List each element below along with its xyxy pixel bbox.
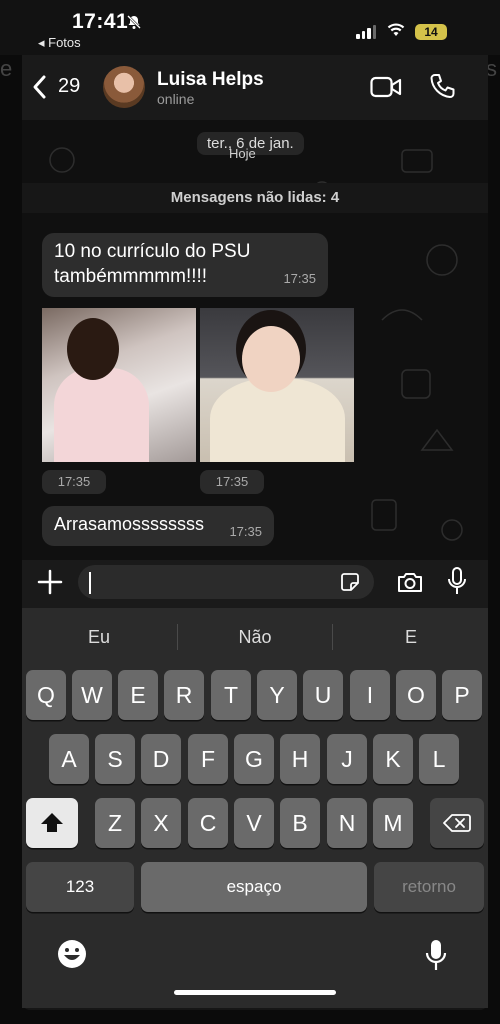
back-to-app-link[interactable]: ◂ Fotos [38, 35, 81, 51]
key-r[interactable]: R [164, 670, 204, 720]
unread-messages-banner: Mensagens não lidas: 4 [22, 183, 488, 213]
message-input[interactable] [78, 565, 374, 599]
message-time: 17:35 [229, 524, 262, 539]
return-key[interactable]: retorno [374, 862, 484, 912]
predictive-bar: Eu Não E [22, 608, 488, 664]
key-f[interactable]: F [188, 734, 228, 784]
key-d[interactable]: D [141, 734, 181, 784]
unread-count[interactable]: 29 [58, 75, 80, 98]
key-h[interactable]: H [280, 734, 320, 784]
video-thumbnail[interactable] [200, 308, 354, 462]
backspace-icon [443, 814, 471, 832]
key-z[interactable]: Z [95, 798, 135, 848]
video-thumbnail[interactable] [42, 308, 196, 462]
key-p[interactable]: P [442, 670, 482, 720]
suggestion-divider [332, 624, 333, 650]
key-u[interactable]: U [303, 670, 343, 720]
key-o[interactable]: O [396, 670, 436, 720]
numbers-key[interactable]: 123 [26, 862, 134, 912]
status-bar: 17:41 ◂ Fotos 14 [0, 0, 500, 55]
key-a[interactable]: A [49, 734, 89, 784]
status-time: 17:41 [72, 10, 129, 33]
chat-header: 29 Luisa Helps online [22, 55, 488, 120]
key-n[interactable]: N [327, 798, 367, 848]
key-y[interactable]: Y [257, 670, 297, 720]
suggestion-item[interactable]: E [336, 627, 486, 648]
battery-indicator: 14 [415, 24, 447, 40]
key-s[interactable]: S [95, 734, 135, 784]
message-time: 17:35 [200, 470, 264, 494]
microphone-icon[interactable] [447, 566, 467, 596]
message-time: 17:35 [283, 271, 316, 286]
message-bubble[interactable]: Arrasamossssssss 17:35 [42, 506, 274, 546]
key-k[interactable]: K [373, 734, 413, 784]
key-w[interactable]: W [72, 670, 112, 720]
message-list[interactable]: ter., 6 de jan. Hoje Mensagens não lidas… [22, 120, 488, 560]
space-key[interactable]: espaço [141, 862, 367, 912]
text-cursor [89, 572, 91, 594]
video-call-icon[interactable] [370, 75, 402, 99]
back-chevron-icon[interactable] [30, 73, 50, 101]
contact-avatar[interactable] [103, 66, 145, 108]
key-q[interactable]: Q [26, 670, 66, 720]
suggestion-item[interactable]: Eu [24, 627, 174, 648]
key-j[interactable]: J [327, 734, 367, 784]
message-time: 17:35 [42, 470, 106, 494]
message-text: 10 no currículo do PSU tambémmmmm!!!! [54, 241, 251, 287]
sticker-icon[interactable] [340, 572, 360, 592]
message-bubble[interactable]: 10 no currículo do PSU tambémmmmm!!!! 17… [42, 233, 328, 297]
shift-key[interactable] [26, 798, 78, 848]
background-app-edge-right: s [486, 56, 497, 81]
plus-icon[interactable] [36, 568, 64, 596]
message-composer [22, 560, 488, 608]
dictation-microphone-icon[interactable] [424, 938, 448, 972]
keyboard: Eu Não E Q W E R T Y U I O P A S D F G H… [22, 608, 488, 1008]
message-text: Arrasamossssssss [54, 514, 205, 534]
today-label: Hoje [229, 146, 256, 161]
home-indicator[interactable] [174, 990, 336, 995]
key-b[interactable]: B [280, 798, 320, 848]
contact-status: online [157, 91, 195, 107]
delete-key[interactable] [430, 798, 484, 848]
key-e[interactable]: E [118, 670, 158, 720]
key-m[interactable]: M [373, 798, 413, 848]
camera-icon[interactable] [396, 570, 424, 594]
thumbnail-figure-head [242, 326, 300, 392]
key-v[interactable]: V [234, 798, 274, 848]
thumbnail-figure [54, 368, 149, 462]
contact-name[interactable]: Luisa Helps [157, 69, 264, 91]
key-l[interactable]: L [419, 734, 459, 784]
signal-icon [356, 25, 376, 39]
wifi-icon [387, 23, 405, 36]
suggestion-item[interactable]: Não [180, 627, 330, 648]
key-c[interactable]: C [188, 798, 228, 848]
emoji-icon[interactable] [56, 938, 88, 970]
key-i[interactable]: I [350, 670, 390, 720]
key-g[interactable]: G [234, 734, 274, 784]
background-app-edge: e [0, 56, 13, 81]
thumbnail-figure-head [67, 318, 119, 380]
key-t[interactable]: T [211, 670, 251, 720]
silent-bell-icon [127, 15, 141, 29]
phone-icon[interactable] [428, 72, 456, 100]
suggestion-divider [177, 624, 178, 650]
shift-arrow-icon [41, 813, 63, 832]
key-x[interactable]: X [141, 798, 181, 848]
